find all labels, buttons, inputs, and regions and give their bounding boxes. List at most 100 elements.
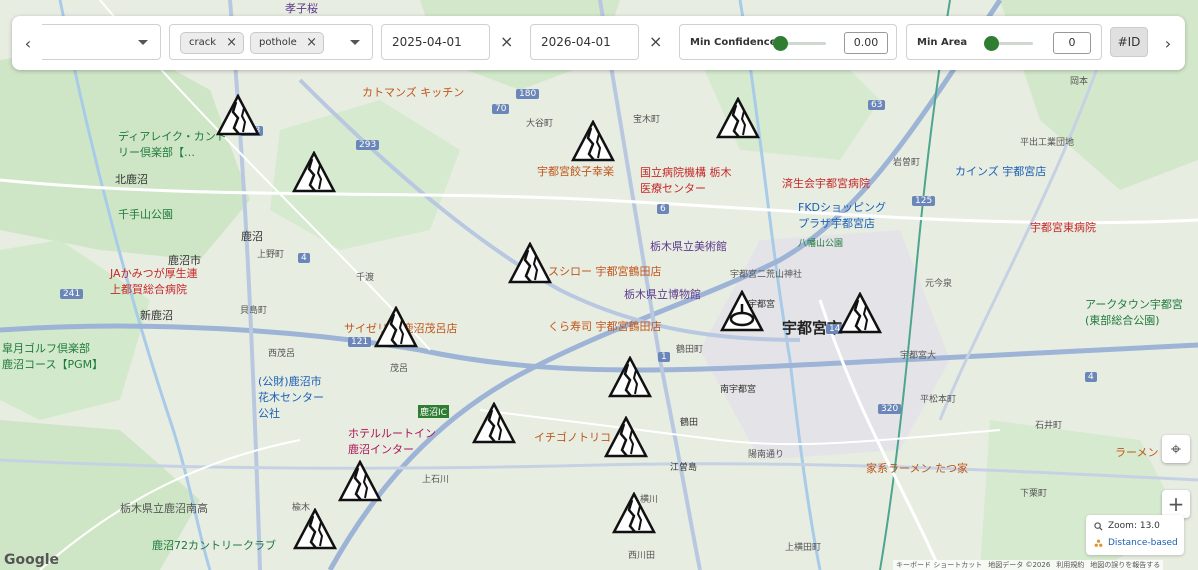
station-label: 南宇都宮 [720,385,757,395]
end-date-value: 2026-04-01 [541,35,611,49]
end-date-input[interactable]: 2026-04-01 [530,24,639,60]
poi-label[interactable]: ホテルルートイン 鹿沼インター [348,425,438,457]
poi-label[interactable]: 八幡山公園 [798,236,843,249]
crack-marker[interactable] [292,151,336,193]
clear-start-date-icon[interactable]: × [500,32,513,52]
zoom-level-text: Zoom: 13.0 [1108,521,1160,531]
poi-label[interactable]: 宇都宮東病院 [1030,219,1096,235]
poi-label[interactable]: (公財)鹿沼市 花木センター公社 [258,373,324,421]
poi-label[interactable]: 済生会宇都宮病院 [782,175,870,191]
station-label: 江曽島 [670,463,698,473]
cluster-icon [1094,539,1103,547]
crack-marker[interactable] [508,242,552,284]
damage-type-select[interactable]: crack × pothole × [169,24,373,60]
start-date-input[interactable]: 2025-04-01 [381,24,490,60]
min-area-slider[interactable] [984,36,999,51]
magnifier-icon [1094,521,1103,531]
route-shield: 6 [657,204,669,214]
place-label: 上野町 [257,250,285,260]
chip-remove-icon[interactable]: × [306,33,317,53]
min-area-label: Min Area [917,37,968,48]
poi-label[interactable]: 家系ラーメン たつ家 [866,460,968,476]
report-error-link[interactable]: 地図の誤りを報告する [1090,560,1160,570]
place-label: 千渡 [356,273,375,283]
poi-label[interactable]: カインズ 宇都宮店 [955,163,1046,179]
place-label: 平松本町 [920,395,957,405]
poi-label[interactable]: JAかみつが厚生連 上都賀総合病院 [110,265,202,297]
place-label: 鶴田町 [676,345,704,355]
poi-label[interactable]: 栃木県立美術館 [650,238,727,254]
place-label: 宇都宮大 [900,351,937,361]
crack-marker[interactable] [293,508,337,550]
poi-label[interactable]: 鹿沼72カントリークラブ [152,537,276,553]
category-select[interactable] [42,24,161,60]
place-label: 大谷町 [526,119,554,129]
chip-remove-icon[interactable]: × [226,33,237,53]
terms-link[interactable]: 利用規約 [1056,560,1084,570]
scroll-left-button[interactable]: ‹ [14,16,42,70]
min-confidence-slider[interactable] [773,36,788,51]
poi-label[interactable]: カトマンズ キッチン [362,84,464,100]
crack-marker[interactable] [338,460,382,502]
cluster-mode-row: Distance-based [1094,538,1178,548]
id-toggle-button[interactable]: #ID [1110,27,1148,57]
min-confidence-label: Min Confidence [690,37,777,48]
recenter-button[interactable]: ⌖ [1162,435,1190,463]
poi-label[interactable]: 孝子桜 [285,0,318,16]
min-area-control: Min Area 0 [906,24,1102,60]
route-shield: 293 [356,140,380,150]
min-area-input[interactable]: 0 [1053,32,1091,54]
min-confidence-input[interactable]: 0.00 [844,32,888,54]
crosshair-icon: ⌖ [1170,438,1182,460]
keyboard-shortcuts-link[interactable]: キーボード ショートカット [896,560,982,570]
zoom-in-button[interactable]: + [1162,490,1190,518]
poi-label[interactable]: くら寿司 宇都宮鶴田店 [548,318,662,334]
start-date-value: 2025-04-01 [392,35,462,49]
route-shield: 320 [878,404,902,414]
place-label: 上石川 [422,475,450,485]
pothole-marker[interactable] [720,290,764,332]
crack-marker[interactable] [716,97,760,139]
crack-marker[interactable] [604,416,648,458]
poi-label[interactable]: イチゴノトリコ [534,429,611,445]
crack-marker[interactable] [216,94,260,136]
google-logo: Google [4,552,60,568]
crack-marker[interactable] [608,356,652,398]
poi-label[interactable]: ディアレイク・カントリー倶楽部【… [118,128,228,160]
poi-label[interactable]: アークタウン宇都宮 (東部総合公園) [1085,296,1185,328]
place-label: 平出工業団地 [1020,138,1075,148]
poi-label[interactable]: 宇都宮餃子幸楽 [537,163,614,179]
crack-marker[interactable] [571,120,615,162]
place-label: 上横田町 [785,543,822,553]
place-label: 茂呂 [390,364,409,374]
scroll-right-button[interactable]: › [1154,16,1182,70]
poi-label[interactable]: 栃木県立鹿沼南高 [120,500,208,516]
chip-label: pothole [259,37,297,48]
place-label: 北鹿沼 [115,173,148,186]
poi-label[interactable]: FKDショッピング プラザ宇都宮店 [798,199,888,231]
route-shield: 70 [492,104,510,114]
crack-marker[interactable] [374,306,418,348]
poi-label[interactable]: 宇都宮二荒山神社 [730,267,802,280]
poi-label[interactable]: 栃木県立博物館 [624,286,701,302]
poi-label[interactable]: ラーメン [1115,444,1159,460]
place-label: 石井町 [1035,421,1063,431]
poi-label[interactable]: 国立病院機構 栃木医療センター [640,164,732,196]
place-label: 宝木町 [633,115,661,125]
crack-marker[interactable] [472,402,516,444]
interchange-label: 鹿沼IC [418,405,449,418]
poi-label[interactable]: 千手山公園 [118,206,173,222]
chevron-down-icon [350,40,360,45]
clear-end-date-icon[interactable]: × [649,32,662,52]
route-shield: 4 [298,253,310,263]
place-label: 岩曽町 [893,158,921,168]
chip-crack[interactable]: crack × [180,32,244,54]
poi-label[interactable]: スシロー 宇都宮鶴田店 [548,263,662,279]
crack-marker[interactable] [838,292,882,334]
route-shield: 125 [912,196,936,206]
chip-pothole[interactable]: pothole × [250,32,324,54]
filter-toolbar: ‹ crack × pothole × 2025-04-01 × 2026-04… [12,16,1185,70]
poi-label[interactable]: 皐月ゴルフ倶楽部 鹿沼コース【PGM】 [2,340,103,372]
map-data-credit: 地図データ ©2026 [988,561,1051,569]
crack-marker[interactable] [612,492,656,534]
